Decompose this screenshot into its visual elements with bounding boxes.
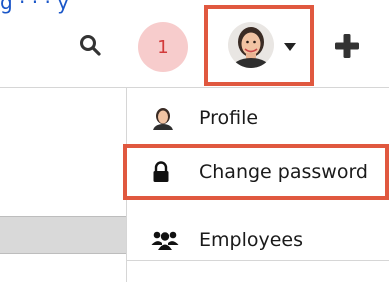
partial-top-link[interactable]: g · · · y: [0, 0, 69, 14]
menu-item-label: Employees: [199, 229, 303, 251]
menu-item-label: Profile: [199, 107, 259, 129]
search-icon[interactable]: [78, 33, 102, 57]
menu-item-employees[interactable]: Employees: [127, 218, 389, 262]
menu-item-change-password[interactable]: Change password: [123, 144, 389, 200]
menu-item-profile[interactable]: Profile: [127, 96, 389, 140]
menu-item-label: Change password: [199, 161, 368, 183]
lock-icon: [153, 161, 169, 182]
chevron-down-icon: [284, 43, 296, 51]
notification-count: 1: [157, 36, 169, 58]
profile-dropdown-menu: Profile Change password Employees: [123, 88, 389, 282]
menu-divider: [127, 260, 389, 261]
notification-badge[interactable]: 1: [138, 22, 188, 72]
plus-icon[interactable]: [333, 32, 361, 60]
users-icon: [151, 231, 179, 250]
profile-menu-toggle[interactable]: [204, 5, 314, 86]
avatar: [228, 22, 274, 68]
background-row: [0, 216, 126, 254]
avatar-icon: [153, 108, 173, 130]
